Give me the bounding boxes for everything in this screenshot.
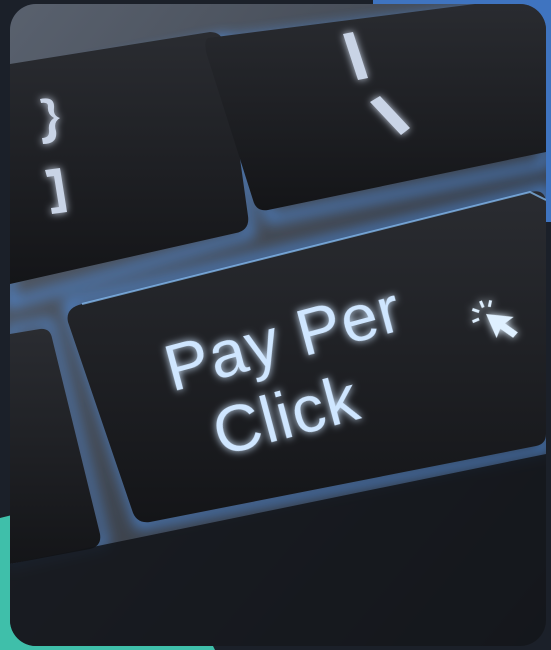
keyboard-photo-svg: Pay Per Click: [10, 4, 546, 646]
keyboard-photo: Pay Per Click: [10, 4, 546, 646]
